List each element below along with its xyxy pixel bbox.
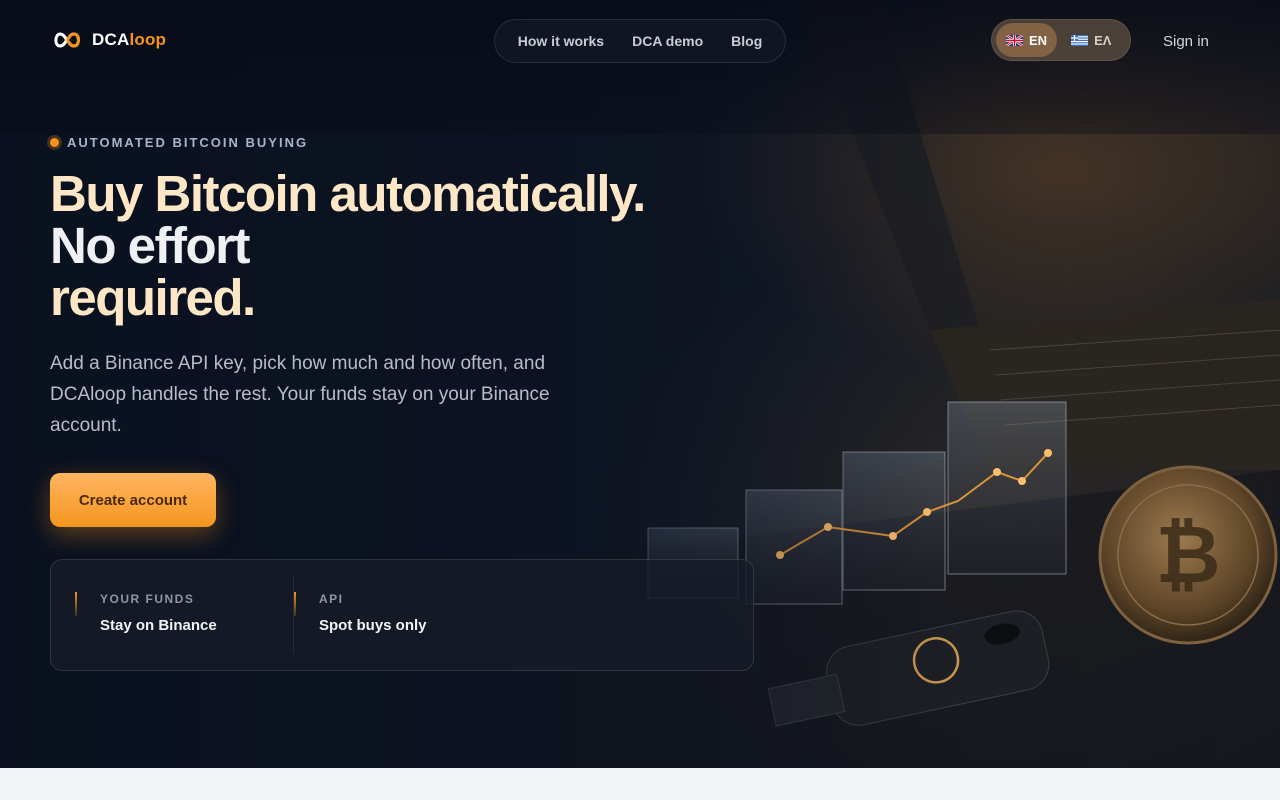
nav-how-it-works[interactable]: How it works <box>518 33 604 49</box>
lang-el-button[interactable]: ΕΛ <box>1061 23 1121 57</box>
fact-accent-bar <box>75 592 77 616</box>
greek-flag-icon <box>1071 34 1089 46</box>
hero-kicker: AUTOMATED BITCOIN BUYING <box>50 135 308 150</box>
hero-subtext: Add a Binance API key, pick how much and… <box>50 353 550 436</box>
fact-label: YOUR FUNDS <box>100 592 195 606</box>
headline-part-3: required. <box>50 269 256 326</box>
fact-label: API <box>319 592 344 606</box>
facts-panel: YOUR FUNDS Stay on Binance API Spot buys… <box>50 559 754 671</box>
fact-value: Stay on Binance <box>100 617 217 634</box>
fact-api: API Spot buys only <box>294 592 427 634</box>
sign-in-link[interactable]: Sign in <box>1163 33 1209 50</box>
fact-accent-bar <box>294 592 296 616</box>
next-section-edge <box>0 768 1280 800</box>
create-account-button[interactable]: Create account <box>50 473 216 527</box>
fact-value: Spot buys only <box>319 617 427 634</box>
headline-part-1: Buy Bitcoin automatically. <box>50 165 646 222</box>
lang-en-label: EN <box>1029 32 1048 48</box>
brand-logo[interactable]: DCAloop <box>52 30 166 50</box>
uk-flag-icon <box>1006 34 1023 46</box>
language-switcher: EN ΕΛ <box>991 19 1131 61</box>
kicker-text: AUTOMATED BITCOIN BUYING <box>67 135 309 150</box>
fact-funds: YOUR FUNDS Stay on Binance <box>75 592 217 634</box>
hero-headline: Buy Bitcoin automatically. No effort requ… <box>50 168 690 324</box>
headline-part-2: No effort <box>50 217 250 274</box>
brand-name: DCAloop <box>92 30 167 49</box>
lang-en-button[interactable]: EN <box>996 23 1058 57</box>
lang-el-label: ΕΛ <box>1094 32 1112 48</box>
status-dot-icon <box>50 138 59 147</box>
nav-dca-demo[interactable]: DCA demo <box>632 33 703 49</box>
nav-blog[interactable]: Blog <box>731 33 762 49</box>
main-nav: How it works DCA demo Blog <box>494 19 786 63</box>
infinity-loop-icon <box>54 32 80 48</box>
